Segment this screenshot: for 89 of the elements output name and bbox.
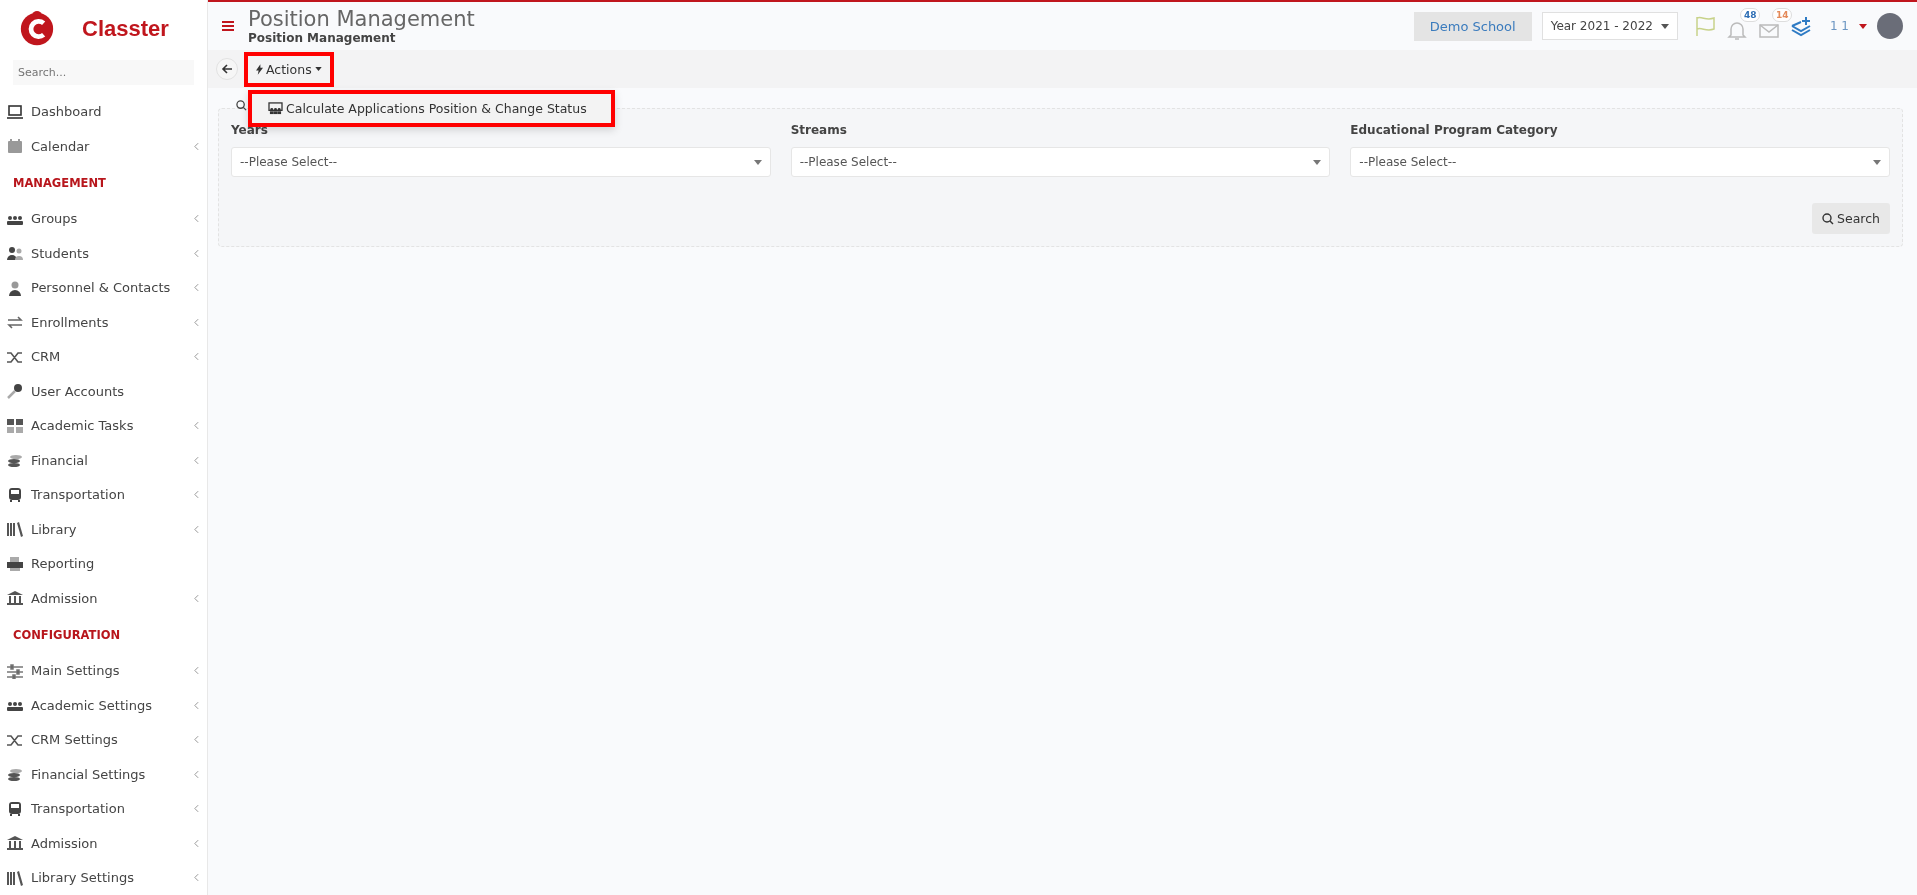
nav-item[interactable]: Admission (0, 581, 207, 616)
nav-item[interactable]: Students (0, 236, 207, 271)
chevron-icon (194, 490, 199, 500)
caret-icon (1873, 159, 1881, 165)
calendar-icon (6, 138, 24, 155)
chevron-icon (194, 248, 199, 258)
caret-icon[interactable] (1859, 23, 1867, 29)
nav-item[interactable]: Enrollments (0, 305, 207, 340)
nav-item[interactable]: Personnel & Contacts (0, 270, 207, 305)
search-icon (1822, 212, 1835, 225)
bank-icon (6, 835, 24, 852)
chevron-icon (194, 838, 199, 848)
bus-icon (6, 800, 24, 817)
nav-item[interactable]: Transportation (0, 791, 207, 826)
layers-plus-icon[interactable] (1789, 15, 1812, 37)
chevron-icon (194, 317, 199, 327)
nav-item[interactable]: Calendar (0, 129, 207, 164)
search-icon[interactable] (236, 100, 247, 111)
chevron-icon (194, 421, 199, 431)
nav-item[interactable]: User Accounts (0, 374, 207, 409)
avatar[interactable] (1877, 13, 1903, 39)
page-title: Position Management (248, 7, 475, 31)
search-field[interactable]: Search... (13, 60, 194, 85)
chevron-icon (194, 873, 199, 883)
chevron-icon (194, 769, 199, 779)
filter-label: Streams (790, 123, 848, 137)
nav-item[interactable]: Main Settings (0, 653, 207, 688)
nav-item[interactable]: Transportation (0, 477, 207, 512)
lightning-icon (256, 63, 263, 75)
books-icon (6, 869, 24, 886)
year-select[interactable]: Year 2021 - 2022 (1541, 12, 1678, 40)
nav-item[interactable]: Library Settings (0, 860, 207, 895)
caret-icon (753, 159, 762, 165)
arrow-left-icon (221, 63, 233, 75)
nav-item[interactable]: Library (0, 512, 207, 547)
search-button[interactable]: Search (1812, 203, 1890, 234)
page-subtitle: Position Management (248, 31, 397, 45)
chevron-icon (194, 700, 199, 710)
chevron-icon (194, 141, 199, 151)
nav-item[interactable]: CRM (0, 339, 207, 374)
coins-icon (6, 766, 24, 783)
chevron-icon (194, 804, 199, 814)
caret-icon (314, 67, 322, 71)
nav-item[interactable]: Dashboard (0, 94, 207, 129)
nav-item[interactable]: Financial (0, 443, 207, 478)
arrows-icon (6, 314, 24, 331)
notification-count: 48 (1739, 8, 1761, 22)
nav-item[interactable]: Reporting (0, 546, 207, 581)
chevron-icon (194, 524, 199, 534)
sliders-icon (6, 662, 24, 679)
chevron-icon (194, 666, 199, 676)
select-field[interactable]: --Please Select-- (790, 147, 1331, 177)
students-icon (6, 245, 24, 262)
filter-label: Educational Program Category (1350, 123, 1559, 137)
menu-item[interactable]: Calculate Applications Position & Change Status (248, 89, 615, 127)
section-heading: MANAGEMENT (12, 174, 107, 192)
bus-icon (6, 486, 24, 503)
groups-icon (268, 101, 283, 115)
chevron-icon (194, 283, 199, 293)
nav-item[interactable]: Groups (0, 201, 207, 236)
nav-item[interactable]: Admission (0, 826, 207, 861)
books-icon (6, 521, 24, 538)
caret-icon (1660, 23, 1669, 29)
select-field[interactable]: --Please Select-- (1350, 147, 1890, 177)
nav-item[interactable]: Academic Tasks (0, 408, 207, 443)
select-field[interactable]: --Please Select-- (231, 147, 771, 177)
chevron-icon (194, 455, 199, 465)
school-button[interactable]: Demo School (1413, 11, 1532, 41)
bank-icon (6, 590, 24, 607)
chevron-icon (194, 735, 199, 745)
message-count: 14 (1771, 8, 1793, 22)
tiles-icon (6, 417, 24, 434)
back-button[interactable] (216, 58, 238, 80)
chevron-icon (194, 352, 199, 362)
person-icon (6, 279, 24, 296)
section-heading: CONFIGURATION (12, 626, 122, 644)
chevron-icon (194, 214, 199, 224)
coins-icon (6, 452, 24, 469)
nav-item[interactable]: Academic Settings (0, 688, 207, 723)
menu-icon[interactable] (222, 21, 234, 31)
key-icon (6, 383, 24, 400)
nav-item[interactable]: Financial Settings (0, 757, 207, 792)
printer-icon (6, 555, 24, 572)
laptop-icon (6, 103, 24, 120)
nav-item[interactable]: CRM Settings (0, 722, 207, 757)
chevron-icon (194, 593, 199, 603)
brand-name: Classter (82, 16, 169, 43)
caret-icon (1313, 159, 1322, 165)
actions-button[interactable]: Actions (244, 51, 334, 87)
